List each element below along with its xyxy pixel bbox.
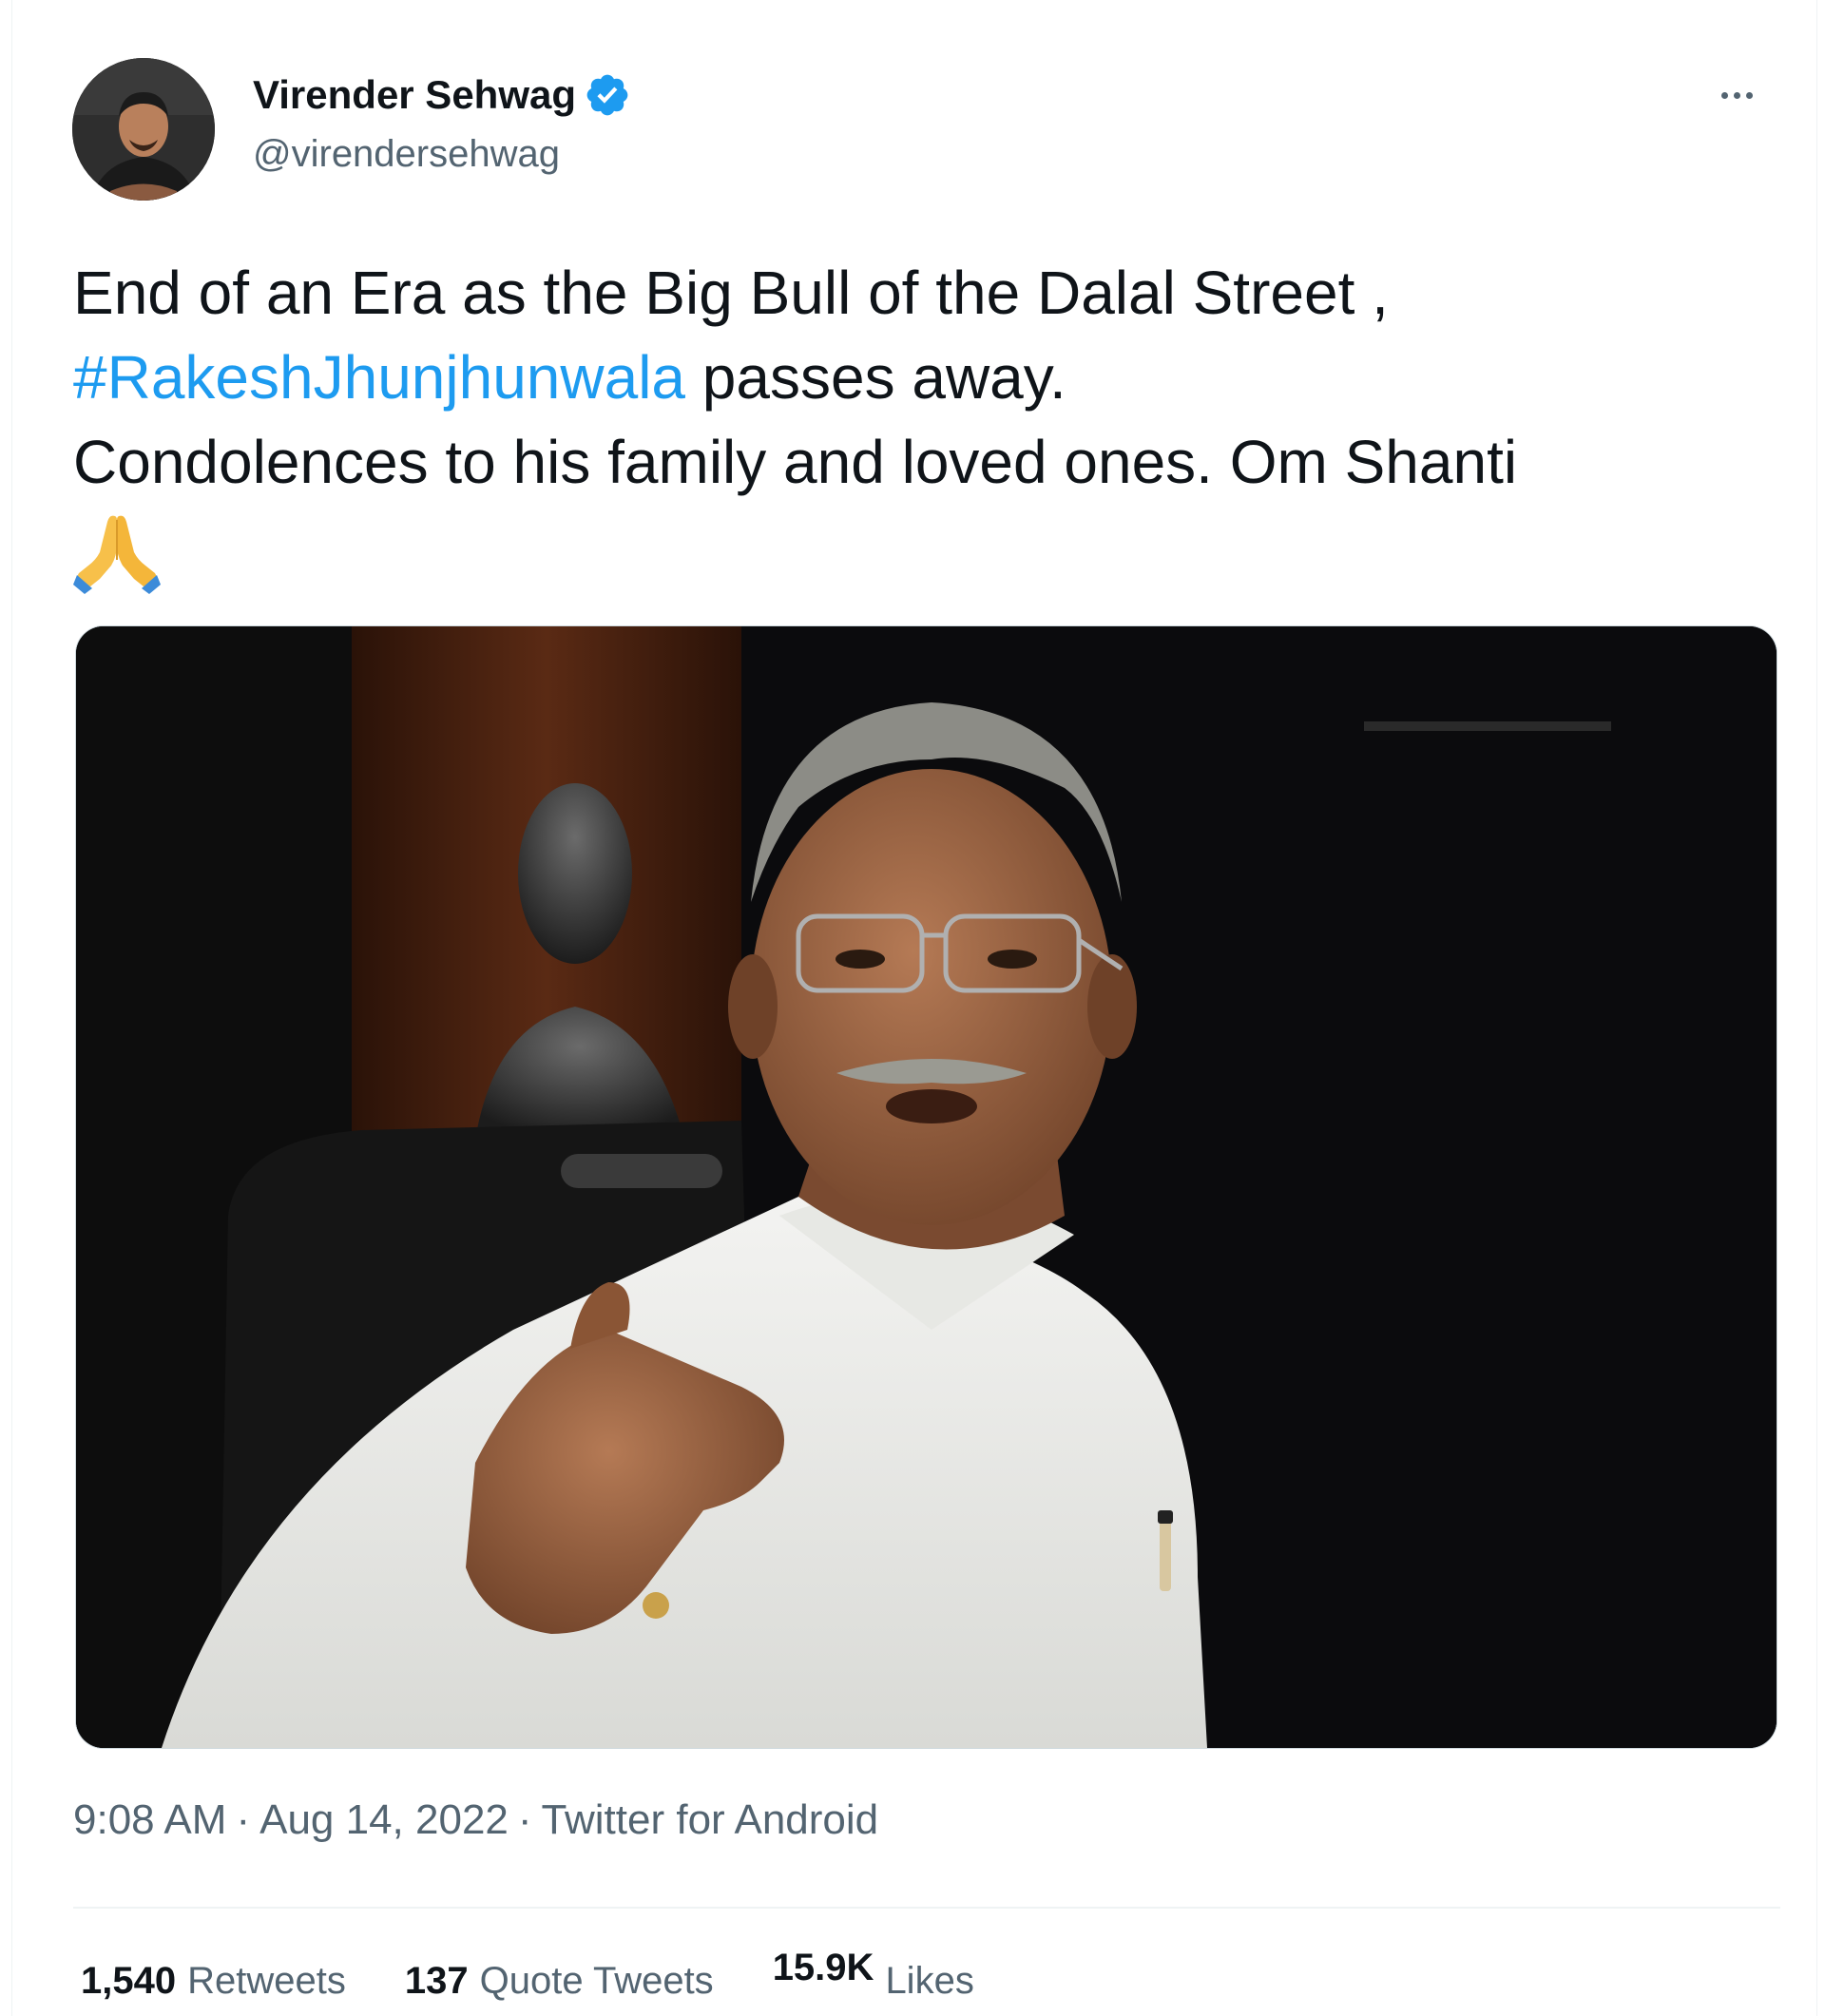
retweets-label: Retweets [187,1959,346,2002]
tweet-date[interactable]: Aug 14, 2022 [259,1796,509,1843]
engagement-stats: 1,540 Retweets 137 Quote Tweets 15.9K Li… [81,1950,1033,2009]
meta-separator: · [236,1796,251,1843]
tweet-time[interactable]: 9:08 AM [73,1796,226,1843]
folded-hands-emoji [73,510,161,594]
author-name[interactable]: Virender Sehwag [253,72,576,118]
retweets-count: 1,540 [81,1959,177,2002]
tweet-metadata: 9:08 AM · Aug 14, 2022 · Twitter for Android [73,1796,878,1844]
tweet-text-line-3: Condolences to his family and loved ones… [73,428,1518,496]
verified-badge-icon[interactable] [584,71,631,119]
more-options-icon[interactable] [1708,74,1765,116]
likes-stat[interactable]: 15.9K Likes [773,1950,974,2003]
tweet-text-line-1: End of an Era as the Big Bull of the Dal… [73,259,1389,327]
likes-label: Likes [885,1959,974,2002]
divider [73,1907,1780,1909]
likes-count: 15.9K [772,1950,874,1988]
tweet-card: Virender Sehwag @virendersehwag End of a… [11,0,1817,2016]
tweet-source[interactable]: Twitter for Android [542,1796,879,1843]
quote-tweets-count: 137 [404,1959,469,2002]
author-avatar[interactable] [72,58,215,201]
retweets-stat[interactable]: 1,540 Retweets [81,1960,346,2003]
author-name-row[interactable]: Virender Sehwag [253,68,631,122]
quote-tweets-label: Quote Tweets [479,1959,714,2002]
tweet-text-line-2-rest: passes away. [685,343,1066,412]
tweet-text: End of an Era as the Big Bull of the Dal… [73,251,1784,616]
author-handle[interactable]: @virendersehwag [253,133,560,176]
tweet-text-line-2: #RakeshJhunjhunwala passes away. [73,336,1784,420]
meta-separator: · [517,1796,532,1843]
quote-tweets-stat[interactable]: 137 Quote Tweets [405,1960,714,2003]
hashtag-link[interactable]: #RakeshJhunjhunwala [73,343,685,412]
tweet-photo[interactable] [75,625,1777,1749]
